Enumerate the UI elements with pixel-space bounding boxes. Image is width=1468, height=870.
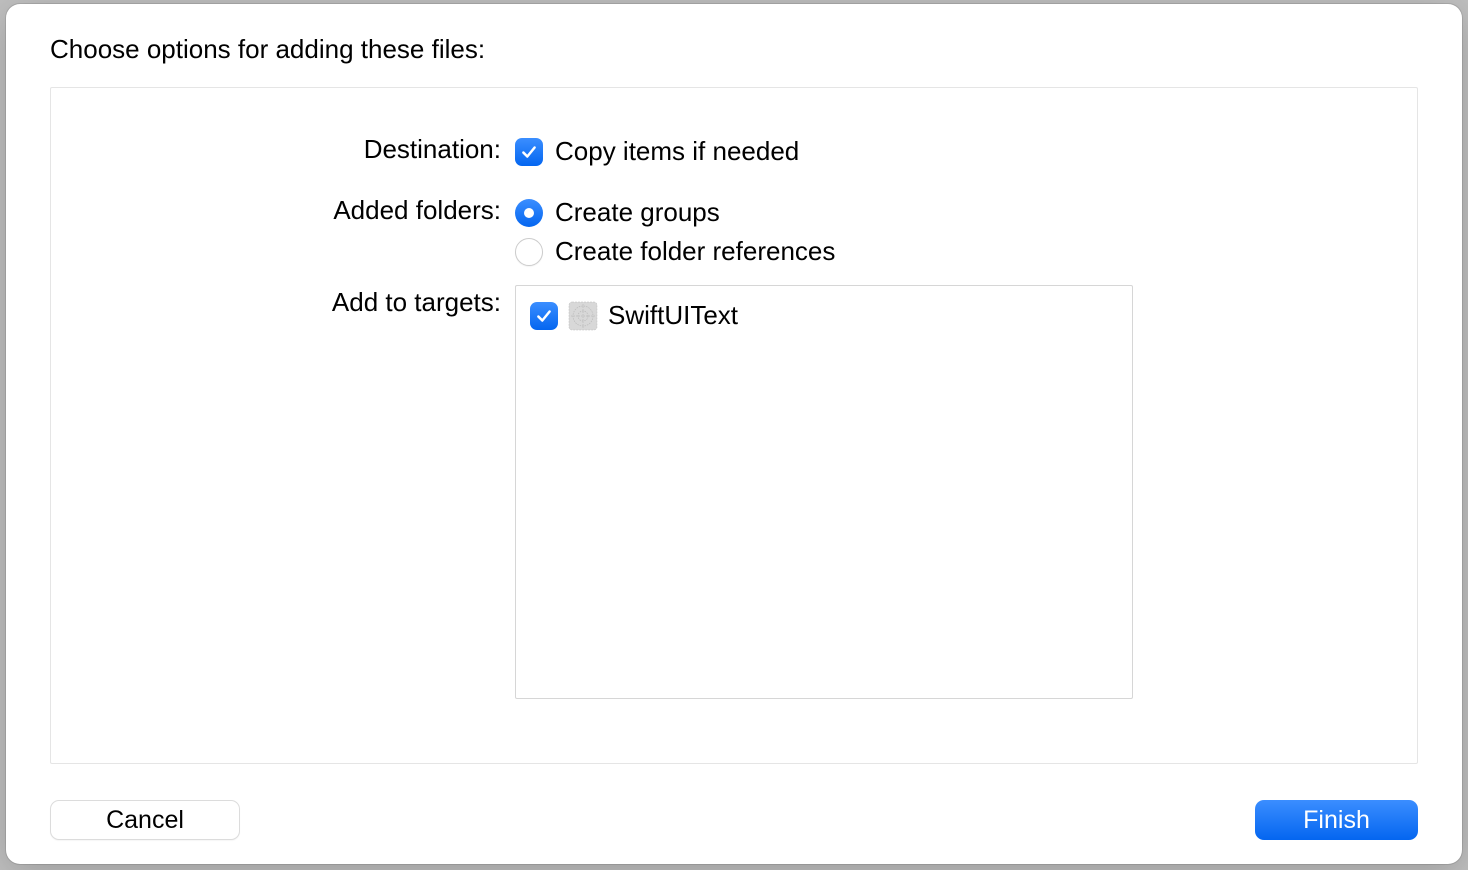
create-folder-references-label[interactable]: Create folder references (555, 236, 835, 267)
destination-label: Destination: (71, 132, 515, 165)
copy-items-checkbox[interactable] (515, 138, 543, 166)
added-folders-label: Added folders: (71, 193, 515, 226)
create-folder-references-radio-row: Create folder references (515, 232, 1397, 271)
create-groups-label[interactable]: Create groups (555, 197, 720, 228)
target-name: SwiftUIText (608, 300, 738, 331)
checkmark-icon (535, 307, 553, 325)
checkmark-icon (520, 143, 538, 161)
add-to-targets-label: Add to targets: (71, 285, 515, 318)
target-item[interactable]: SwiftUIText (530, 300, 1118, 331)
app-blueprint-icon (568, 301, 598, 331)
target-checkbox[interactable] (530, 302, 558, 330)
destination-row: Destination: Copy items if needed (71, 132, 1397, 171)
create-groups-radio[interactable] (515, 199, 543, 227)
dialog-footer: Cancel Finish (50, 764, 1418, 840)
dialog-title: Choose options for adding these files: (50, 34, 1418, 65)
destination-controls: Copy items if needed (515, 132, 1397, 171)
copy-items-checkbox-row: Copy items if needed (515, 132, 1397, 171)
add-files-dialog: Choose options for adding these files: D… (6, 4, 1462, 864)
copy-items-label[interactable]: Copy items if needed (555, 136, 799, 167)
options-content-box: Destination: Copy items if needed Added … (50, 87, 1418, 764)
create-folder-references-radio[interactable] (515, 238, 543, 266)
targets-list-box[interactable]: SwiftUIText (515, 285, 1133, 699)
create-groups-radio-row: Create groups (515, 193, 1397, 232)
add-to-targets-controls: SwiftUIText (515, 285, 1397, 699)
added-folders-controls: Create groups Create folder references (515, 193, 1397, 271)
add-to-targets-row: Add to targets: (71, 285, 1397, 699)
cancel-button[interactable]: Cancel (50, 800, 240, 840)
added-folders-row: Added folders: Create groups Create fold… (71, 193, 1397, 271)
finish-button[interactable]: Finish (1255, 800, 1418, 840)
